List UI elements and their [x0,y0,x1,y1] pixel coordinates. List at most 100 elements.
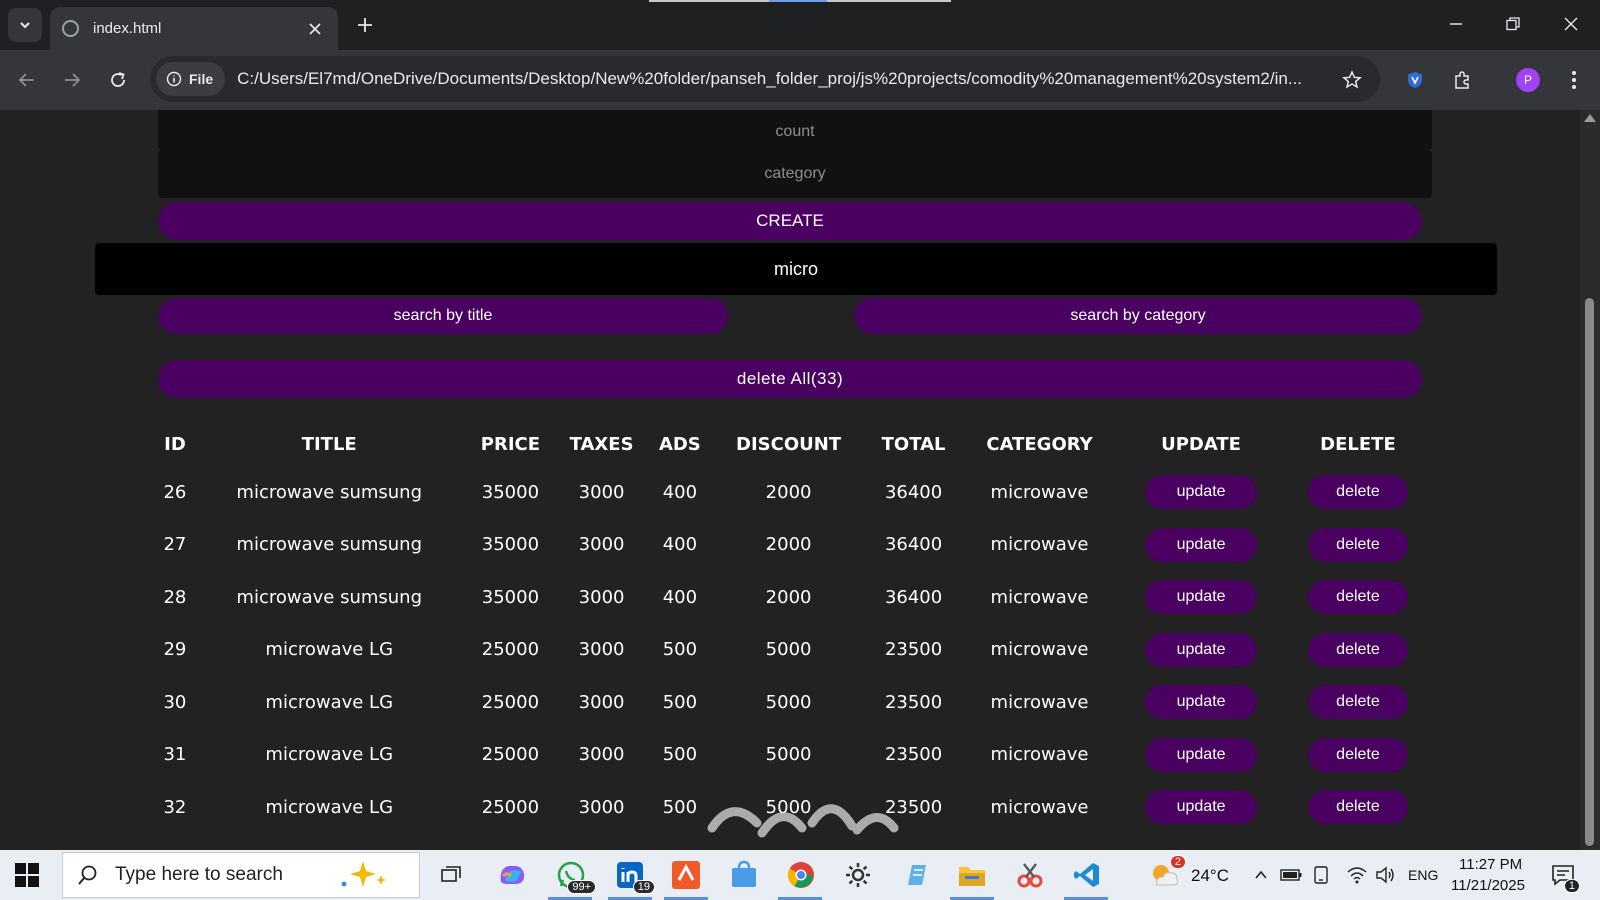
scroll-up-arrow[interactable] [1584,114,1596,122]
back-button[interactable] [11,64,43,96]
column-header: TOTAL [881,433,946,455]
taskbar-whatsapp[interactable]: 99+ [554,859,596,894]
update-button[interactable]: update [1145,632,1258,667]
create-button[interactable]: CREATE [158,202,1422,240]
forward-button[interactable] [56,64,88,96]
close-window-button[interactable] [1551,8,1591,40]
column-header: UPDATE [1161,433,1241,455]
cell-update: update [1118,624,1284,677]
update-button[interactable]: update [1145,790,1258,825]
minimize-button[interactable] [1436,8,1476,40]
extension-shield-button[interactable] [1399,64,1431,96]
cell-delete: delete [1284,624,1432,677]
clock-time[interactable]: 11:27 PM [1459,856,1522,873]
tablet-icon [1314,866,1328,884]
weather-widget[interactable]: 2 [1148,855,1186,891]
taskbar-settings[interactable] [841,859,875,891]
count-input[interactable] [158,110,1432,150]
update-button[interactable]: update [1145,475,1258,510]
store-icon [732,860,756,887]
update-button[interactable]: update [1145,527,1258,562]
reader-icon [672,861,700,889]
table-row: 27 microwave sumsung 35000 3000 400 2000 36400… [158,519,1432,572]
browser-tab-strip: index.html [0,0,1600,50]
cell-id: 29 [163,639,187,661]
new-tab-button[interactable] [352,12,378,38]
network-indicator[interactable] [1346,859,1368,891]
table-body: 26 microwave sumsung 35000 3000 400 2000 36400… [158,466,1432,834]
cell-category: microwave [990,586,1089,608]
delete-all-button[interactable]: delete All(33) [158,360,1422,398]
taskbar-notes-app[interactable] [899,859,933,891]
tab-close-button[interactable] [304,18,326,40]
taskbar-store-app[interactable] [727,859,761,891]
volume-indicator[interactable] [1374,859,1396,891]
browser-menu-button[interactable] [1558,64,1590,96]
search-by-title-button[interactable]: search by title [158,298,728,334]
search-icon [78,865,97,885]
address-bar[interactable]: File C:/Users/El7md/OneDrive/Documents/D… [150,56,1380,102]
delete-button[interactable]: delete [1307,580,1408,615]
notification-center-button[interactable]: 1 [1548,859,1580,893]
scrollbar-thumb[interactable] [1585,298,1594,846]
update-button[interactable]: update [1145,685,1258,720]
delete-button[interactable]: delete [1307,737,1408,772]
browser-tab[interactable]: index.html [50,7,338,50]
speaker-icon [1376,866,1394,884]
search-input[interactable] [95,243,1497,295]
cell-discount: 2000 [765,481,812,503]
cell-delete: delete [1284,781,1432,834]
reload-button[interactable] [102,64,134,96]
info-icon [166,71,182,87]
cell-discount: 5000 [765,744,812,766]
site-info-button[interactable]: File [156,62,226,96]
column-header: TAXES [569,433,634,455]
cell-price: 25000 [481,639,540,661]
delete-button[interactable]: delete [1307,475,1408,510]
cell-taxes: 3000 [578,691,625,713]
input-language[interactable]: ENG [1408,867,1438,883]
cell-taxes: 3000 [578,744,625,766]
file-chip-label: File [189,71,214,87]
taskbar-search-box[interactable]: Type here to search [62,852,420,898]
category-input[interactable] [158,150,1432,198]
folder-icon [959,867,985,886]
taskbar-chrome[interactable] [784,859,818,891]
arrow-left-icon [18,73,34,87]
taskbar-snipping-tool[interactable] [1013,859,1047,891]
taskbar-copilot[interactable] [495,859,529,891]
task-view-button[interactable] [434,859,468,891]
cell-ads: 500 [662,639,698,661]
tray-overflow-button[interactable] [1250,859,1272,891]
battery-indicator[interactable] [1280,859,1302,891]
taskbar-file-explorer[interactable] [955,859,989,891]
update-button[interactable]: update [1145,737,1258,772]
delete-button[interactable]: delete [1307,632,1408,667]
bookmark-button[interactable] [1336,64,1368,96]
task-view-icon [441,866,461,882]
cell-discount: 2000 [765,534,812,556]
update-button[interactable]: update [1145,580,1258,615]
cell-id: 28 [163,586,187,608]
puzzle-icon [1455,71,1469,89]
table-row: 28 microwave sumsung 35000 3000 400 2000 36400… [158,571,1432,624]
restore-icon [1506,17,1520,31]
taskbar-linkedin[interactable]: 19 [613,859,655,894]
profile-avatar[interactable]: P [1516,68,1540,92]
cell-delete: delete [1284,676,1432,729]
clock-date[interactable]: 11/21/2025 [1451,877,1525,894]
taskbar-vscode[interactable] [1070,859,1104,891]
cell-id: 27 [163,534,187,556]
extensions-button[interactable] [1446,64,1478,96]
tab-search-button[interactable] [8,8,42,42]
delete-button[interactable]: delete [1307,790,1408,825]
search-by-category-button[interactable]: search by category [854,298,1422,334]
restore-button[interactable] [1493,8,1533,40]
taskbar-reader-app[interactable] [669,859,703,891]
delete-button[interactable]: delete [1307,527,1408,562]
column-header: PRICE [480,433,541,455]
delete-button[interactable]: delete [1307,685,1408,720]
page-scrollbar[interactable] [1580,110,1600,850]
windows-start-icon[interactable] [14,862,40,888]
device-indicator[interactable] [1310,859,1332,891]
